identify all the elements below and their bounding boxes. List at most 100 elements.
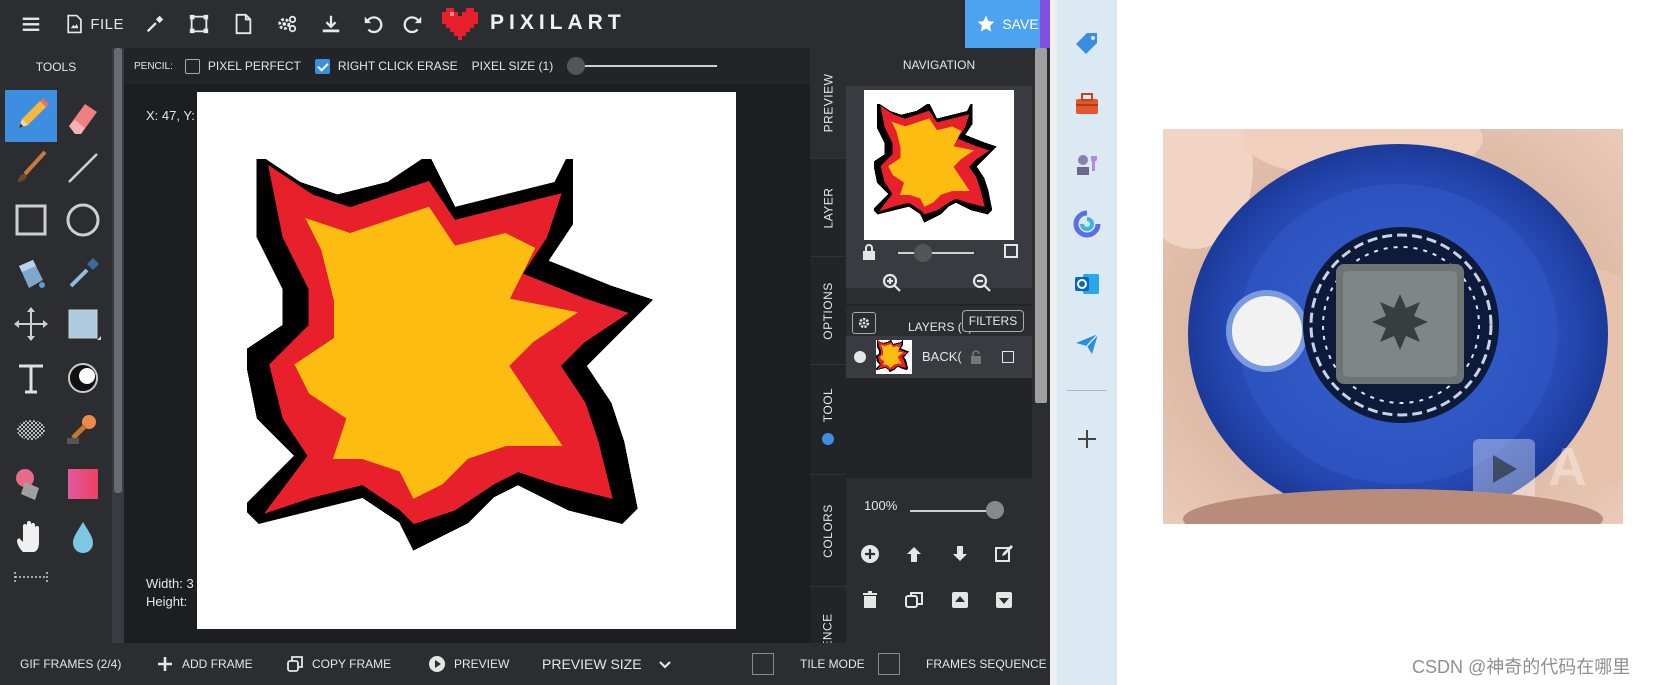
tab-options[interactable]: OPTIONS [810,256,846,365]
resize-button[interactable] [184,0,214,48]
toolbox-icon[interactable] [1073,90,1101,118]
frames-sequence-toggle[interactable]: FRAMES SEQUENCE [878,643,1047,685]
layer-select-checkbox[interactable] [1002,351,1014,363]
undo-button[interactable] [358,0,388,48]
pixel-size-slider[interactable] [567,57,718,75]
duplicate-layer-icon[interactable] [904,590,924,610]
line-tool[interactable] [57,142,109,194]
panel-divider [846,304,1032,306]
layer-opacity-thumb[interactable] [986,501,1004,519]
send-paper-plane-icon[interactable] [1073,330,1101,358]
zoom-in-icon[interactable] [882,273,902,293]
tab-tool[interactable]: TOOL [810,364,846,475]
merge-down-icon[interactable] [994,590,1014,610]
opacity-slider-thumb[interactable] [914,244,932,262]
panel-scrollbar[interactable] [1032,48,1050,643]
navigation-preview[interactable] [864,90,1014,240]
visibility-checkbox[interactable] [1004,244,1018,258]
browser-sidebar [1057,0,1117,685]
canvas-width-readout: Width: 3 [146,576,194,591]
save-button[interactable]: SAVE [965,0,1050,48]
settings-button[interactable] [272,0,302,48]
stamp-tool[interactable] [57,404,109,456]
right-click-erase-label: RIGHT CLICK ERASE [337,59,458,73]
delete-layer-icon[interactable] [860,590,880,610]
tools-title: TOOLS [35,60,77,74]
tab-sequence[interactable]: ENCE [810,586,846,644]
brush-tool[interactable] [5,142,57,194]
slider-track [567,65,718,67]
new-file-button[interactable] [228,0,258,48]
copy-icon [287,656,303,672]
pixel-perfect-label: PIXEL PERFECT [207,59,301,73]
tile-mode-toggle[interactable]: TILE MODE [752,643,865,685]
preview-size-dropdown[interactable]: PREVIEW SIZE [542,643,674,685]
text-tool[interactable] [5,352,57,404]
drawing-canvas[interactable] [197,92,736,629]
pencil-tool[interactable] [5,90,57,142]
right-click-erase-checkbox[interactable] [314,58,330,74]
tab-colors-label: COLORS [821,504,835,558]
gif-frames-button[interactable]: GIF FRAMES (2/4) [20,643,121,685]
pan-tool[interactable] [5,512,57,564]
layer-settings-button[interactable] [852,312,876,334]
new-page-icon [235,13,252,35]
add-frame-button[interactable]: ADD FRAME [156,643,253,685]
menu-button[interactable] [16,0,46,48]
spray-tool[interactable] [5,458,57,510]
move-layer-up-icon[interactable] [904,544,924,564]
pixel-perfect-checkbox[interactable] [184,58,200,74]
zoom-out-icon[interactable] [972,273,992,293]
circle-tool[interactable] [57,194,109,246]
lighten-tool[interactable] [57,352,109,404]
move-layer-down-icon[interactable] [950,544,970,564]
preview-button[interactable]: PREVIEW [428,643,509,685]
copy-frame-button[interactable]: COPY FRAME [286,643,391,685]
filters-button[interactable]: FILTERS [962,310,1024,332]
rename-layer-icon[interactable] [994,544,1014,564]
add-plus-icon[interactable] [1073,425,1101,453]
tools-scrollbar[interactable] [112,48,124,643]
save-label: SAVE [1002,16,1039,32]
slider-thumb[interactable] [567,57,586,75]
top-toolbar: FILE PIXILART SAVE [0,0,1050,48]
merge-up-icon[interactable] [950,590,970,610]
move-arrows-icon [14,307,48,341]
file-menu-button[interactable]: FILE [64,0,124,48]
fill-bucket-tool[interactable] [5,246,57,298]
add-layer-icon[interactable] [860,544,880,564]
gradient-icon [68,469,98,499]
download-icon [322,15,340,33]
lock-icon[interactable] [862,244,876,260]
tab-preview[interactable]: PREVIEW [810,48,846,158]
outlook-icon[interactable] [1073,270,1101,298]
panel-scroll-thumb[interactable] [1035,48,1047,403]
color-picker-tool[interactable] [57,246,109,298]
download-button[interactable] [316,0,346,48]
layer-visibility-toggle[interactable] [854,351,866,363]
layer-lock-icon[interactable] [970,350,982,364]
shopping-tag-icon[interactable] [1073,30,1101,58]
measure-tool[interactable] [5,562,57,592]
eraser-tool[interactable] [57,90,109,142]
gradient-tool[interactable] [57,458,109,510]
games-chess-icon[interactable] [1073,150,1101,178]
dither-tool[interactable] [5,404,57,456]
tab-colors[interactable]: COLORS [810,474,846,587]
eyedropper-button[interactable] [140,0,170,48]
rectangle-icon [15,204,47,236]
rectangle-tool[interactable] [5,194,57,246]
blur-tool[interactable] [57,512,109,564]
play-circle-icon [429,656,445,672]
selection-icon [68,309,101,340]
move-tool[interactable] [5,298,57,350]
copilot-icon[interactable] [1073,210,1101,238]
tab-layer[interactable]: LAYER [810,158,846,257]
layer-row[interactable]: BACK( [846,336,1032,378]
tools-scroll-thumb[interactable] [114,48,122,493]
redo-button[interactable] [398,0,428,48]
tile-mode-checkbox[interactable] [752,653,774,675]
select-tool[interactable] [57,298,109,350]
tool-indicator-dot [822,433,834,445]
frames-sequence-checkbox[interactable] [878,653,900,675]
